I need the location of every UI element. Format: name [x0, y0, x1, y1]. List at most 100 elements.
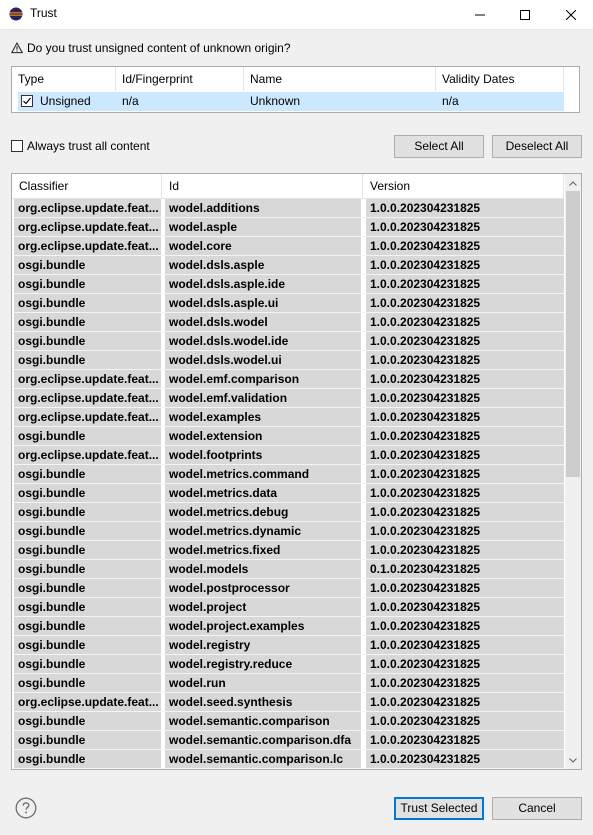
row-id: wodel.dsls.wodel.ide — [165, 332, 361, 350]
row-version: 1.0.0.202304231825 — [366, 408, 564, 426]
row-version: 1.0.0.202304231825 — [366, 655, 564, 673]
column-id-fingerprint[interactable]: Id/Fingerprint — [116, 67, 244, 91]
table-row[interactable]: osgi.bundle wodel.metrics.dynamic 1.0.0.20… — [14, 522, 564, 541]
table-row[interactable]: osgi.bundle wodel.run 1.0.0.202304231825 — [14, 674, 564, 693]
trust-question: Do you trust unsigned content of unknown… — [11, 41, 291, 55]
row-version: 1.0.0.202304231825 — [366, 313, 564, 331]
row-classifier: org.eclipse.update.feat... — [14, 199, 161, 217]
column-name[interactable]: Name — [244, 67, 436, 91]
table-row[interactable]: org.eclipse.update.feat... wodel.seed.syn… — [14, 693, 564, 712]
scroll-thumb[interactable] — [566, 191, 580, 477]
table-row[interactable]: osgi.bundle wodel.metrics.fixed 1.0.0.2023… — [14, 541, 564, 560]
row-classifier: osgi.bundle — [14, 275, 161, 293]
table-row[interactable]: osgi.bundle wodel.dsls.wodel 1.0.0.2023042… — [14, 313, 564, 332]
row-version: 1.0.0.202304231825 — [366, 370, 564, 388]
row-id: wodel.semantic.comparison.dfa — [165, 731, 361, 749]
help-icon[interactable] — [15, 797, 37, 819]
row-version: 1.0.0.202304231825 — [366, 484, 564, 502]
row-version: 1.0.0.202304231825 — [366, 674, 564, 692]
table-row[interactable]: osgi.bundle wodel.dsls.asple.ui 1.0.0.2023… — [14, 294, 564, 313]
row-version: 1.0.0.202304231825 — [366, 541, 564, 559]
table-row[interactable]: osgi.bundle wodel.dsls.asple.ide 1.0.0.202… — [14, 275, 564, 294]
table-row[interactable]: osgi.bundle wodel.project 1.0.0.2023042318… — [14, 598, 564, 617]
table-row[interactable]: org.eclipse.update.feat... wodel.emf.vali… — [14, 389, 564, 408]
column-version[interactable]: Version — [363, 174, 564, 198]
row-classifier: org.eclipse.update.feat... — [14, 446, 161, 464]
scroll-down-button[interactable] — [565, 752, 581, 768]
table-row[interactable]: osgi.bundle wodel.extension 1.0.0.20230423… — [14, 427, 564, 446]
column-id[interactable]: Id — [162, 174, 363, 198]
table-row[interactable]: osgi.bundle wodel.metrics.debug 1.0.0.2023… — [14, 503, 564, 522]
row-version: 1.0.0.202304231825 — [366, 522, 564, 540]
row-id: wodel.seed.synthesis — [165, 693, 361, 711]
signer-row[interactable]: Unsigned n/a Unknown n/a — [18, 92, 564, 111]
signer-id: n/a — [122, 94, 139, 108]
column-classifier[interactable]: Classifier — [12, 174, 162, 198]
always-trust-checkbox[interactable] — [11, 140, 23, 152]
row-version: 1.0.0.202304231825 — [366, 503, 564, 521]
table-row[interactable]: org.eclipse.update.feat... wodel.addition… — [14, 199, 564, 218]
minimize-button[interactable] — [457, 0, 502, 29]
table-row[interactable]: osgi.bundle wodel.semantic.comparison 1.0.… — [14, 712, 564, 731]
close-button[interactable] — [548, 0, 593, 29]
content-header: Classifier Id Version — [12, 174, 564, 199]
question-text: Do you trust unsigned content of unknown… — [27, 41, 291, 55]
row-classifier: osgi.bundle — [14, 636, 161, 654]
table-row[interactable]: org.eclipse.update.feat... wodel.emf.comp… — [14, 370, 564, 389]
row-id: wodel.dsls.wodel — [165, 313, 361, 331]
signers-table[interactable]: Type Id/Fingerprint Name Validity Dates … — [11, 66, 580, 113]
row-id: wodel.project.examples — [165, 617, 361, 635]
row-id: wodel.registry.reduce — [165, 655, 361, 673]
row-classifier: org.eclipse.update.feat... — [14, 370, 161, 388]
signer-checkbox[interactable] — [21, 95, 33, 107]
row-classifier: osgi.bundle — [14, 484, 161, 502]
signer-validity: n/a — [442, 94, 459, 108]
table-row[interactable]: osgi.bundle wodel.project.examples 1.0.0.2… — [14, 617, 564, 636]
maximize-button[interactable] — [502, 0, 547, 29]
row-id: wodel.run — [165, 674, 361, 692]
row-id: wodel.dsls.asple.ui — [165, 294, 361, 312]
table-row[interactable]: org.eclipse.update.feat... wodel.asple 1.0… — [14, 218, 564, 237]
table-row[interactable]: osgi.bundle wodel.semantic.comparison.lc 1… — [14, 750, 564, 769]
signers-header: Type Id/Fingerprint Name Validity Dates — [12, 67, 579, 91]
content-table[interactable]: Classifier Id Version org.eclipse.update… — [11, 173, 582, 770]
cancel-button[interactable]: Cancel — [492, 797, 582, 820]
minimize-icon — [474, 14, 485, 15]
warning-icon — [11, 42, 23, 54]
table-row[interactable]: org.eclipse.update.feat... wodel.examples… — [14, 408, 564, 427]
table-row[interactable]: osgi.bundle wodel.models 0.1.0.20230423182… — [14, 560, 564, 579]
table-row[interactable]: org.eclipse.update.feat... wodel.footprin… — [14, 446, 564, 465]
table-row[interactable]: osgi.bundle wodel.postprocessor 1.0.0.2023… — [14, 579, 564, 598]
table-row[interactable]: osgi.bundle wodel.metrics.data 1.0.0.20230… — [14, 484, 564, 503]
content-rows: org.eclipse.update.feat... wodel.addition… — [14, 199, 564, 769]
row-classifier: org.eclipse.update.feat... — [14, 218, 161, 236]
row-classifier: org.eclipse.update.feat... — [14, 237, 161, 255]
row-classifier: osgi.bundle — [14, 294, 161, 312]
deselect-all-button[interactable]: Deselect All — [492, 135, 582, 158]
table-row[interactable]: osgi.bundle wodel.registry.reduce 1.0.0.20… — [14, 655, 564, 674]
scroll-up-button[interactable] — [565, 175, 581, 191]
table-row[interactable]: osgi.bundle wodel.dsls.wodel.ui 1.0.0.2023… — [14, 351, 564, 370]
table-row[interactable]: osgi.bundle wodel.semantic.comparison.dfa… — [14, 731, 564, 750]
row-id: wodel.extension — [165, 427, 361, 445]
vertical-scrollbar[interactable] — [565, 174, 581, 769]
row-classifier: osgi.bundle — [14, 750, 161, 768]
select-all-button[interactable]: Select All — [394, 135, 484, 158]
table-row[interactable]: osgi.bundle wodel.dsls.asple 1.0.0.2023042… — [14, 256, 564, 275]
always-trust-option[interactable]: Always trust all content — [11, 139, 150, 153]
column-validity-dates[interactable]: Validity Dates — [436, 67, 564, 91]
row-classifier: osgi.bundle — [14, 503, 161, 521]
column-type[interactable]: Type — [12, 67, 116, 91]
table-row[interactable]: osgi.bundle wodel.dsls.wodel.ide 1.0.0.202… — [14, 332, 564, 351]
table-row[interactable]: osgi.bundle wodel.registry 1.0.0.202304231… — [14, 636, 564, 655]
row-id: wodel.dsls.wodel.ui — [165, 351, 361, 369]
row-id: wodel.examples — [165, 408, 361, 426]
table-row[interactable]: org.eclipse.update.feat... wodel.core 1.0.… — [14, 237, 564, 256]
row-id: wodel.footprints — [165, 446, 361, 464]
trust-selected-button[interactable]: Trust Selected — [394, 797, 484, 820]
row-id: wodel.additions — [165, 199, 361, 217]
row-id: wodel.metrics.dynamic — [165, 522, 361, 540]
row-classifier: osgi.bundle — [14, 351, 161, 369]
scroll-up-icon — [569, 180, 577, 186]
table-row[interactable]: osgi.bundle wodel.metrics.command 1.0.0.20… — [14, 465, 564, 484]
